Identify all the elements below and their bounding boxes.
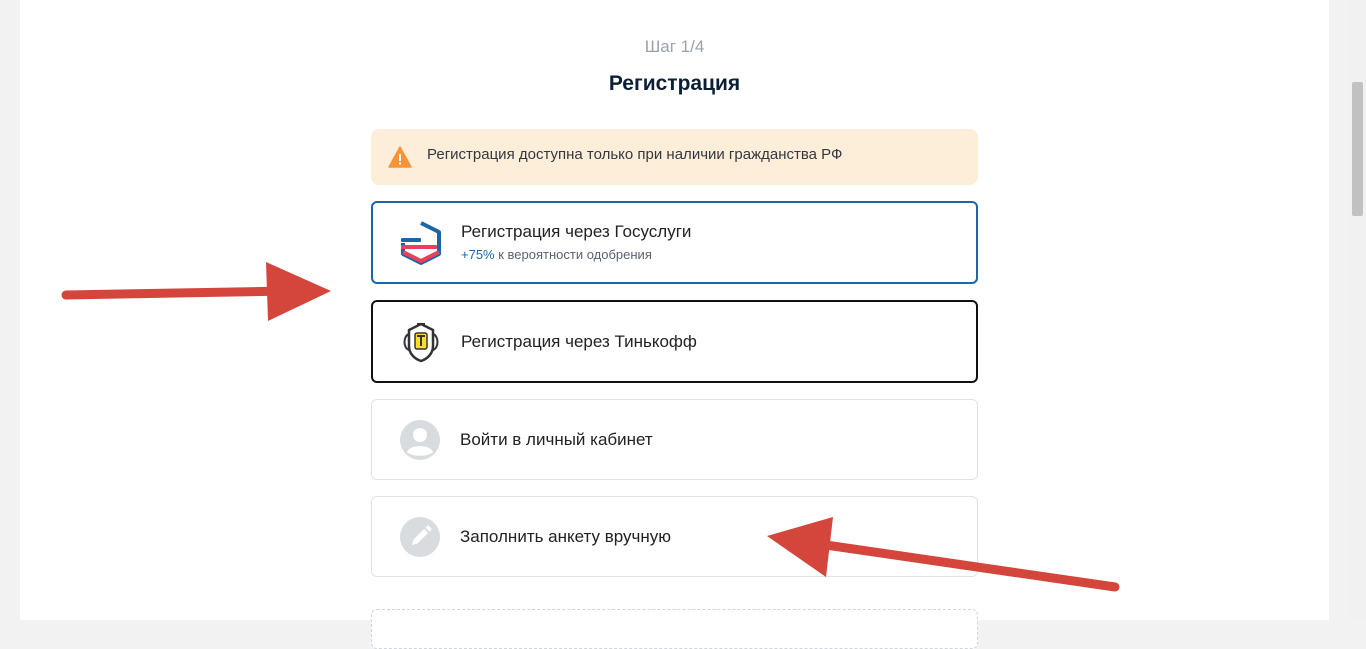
warning-icon [388, 146, 412, 168]
page-title: Регистрация [608, 72, 741, 95]
tinkoff-logo-icon [403, 322, 439, 362]
additional-option-card[interactable] [371, 609, 978, 649]
tinkoff-label: Регистрация через Тинькофф [461, 331, 697, 351]
manual-form-button[interactable]: Заполнить анкету вручную [371, 496, 978, 577]
tinkoff-registration-button[interactable]: Регистрация через Тинькофф [371, 300, 978, 383]
gosuslugi-registration-button[interactable]: Регистрация через Госуслуги +75% к вероя… [371, 201, 978, 284]
notice-text: Регистрация доступна только при наличии … [427, 146, 843, 163]
gosuslugi-label: Регистрация через Госуслуги [461, 222, 692, 241]
manual-label: Заполнить анкету вручную [460, 526, 672, 546]
login-cabinet-button[interactable]: Войти в личный кабинет [371, 399, 978, 480]
scrollbar-thumb[interactable] [1352, 82, 1363, 216]
approval-text: к вероятности одобрения [494, 247, 652, 262]
login-label: Войти в личный кабинет [460, 429, 653, 449]
gosuslugi-logo-icon [401, 220, 441, 265]
user-avatar-icon [400, 419, 440, 460]
gosuslugi-approval-hint: +75% к вероятности одобрения [461, 247, 652, 262]
approval-percent: +75% [461, 247, 495, 262]
pencil-icon [400, 516, 440, 557]
step-indicator: Шаг 1/4 [644, 37, 705, 56]
citizenship-notice: Регистрация доступна только при наличии … [371, 129, 978, 185]
